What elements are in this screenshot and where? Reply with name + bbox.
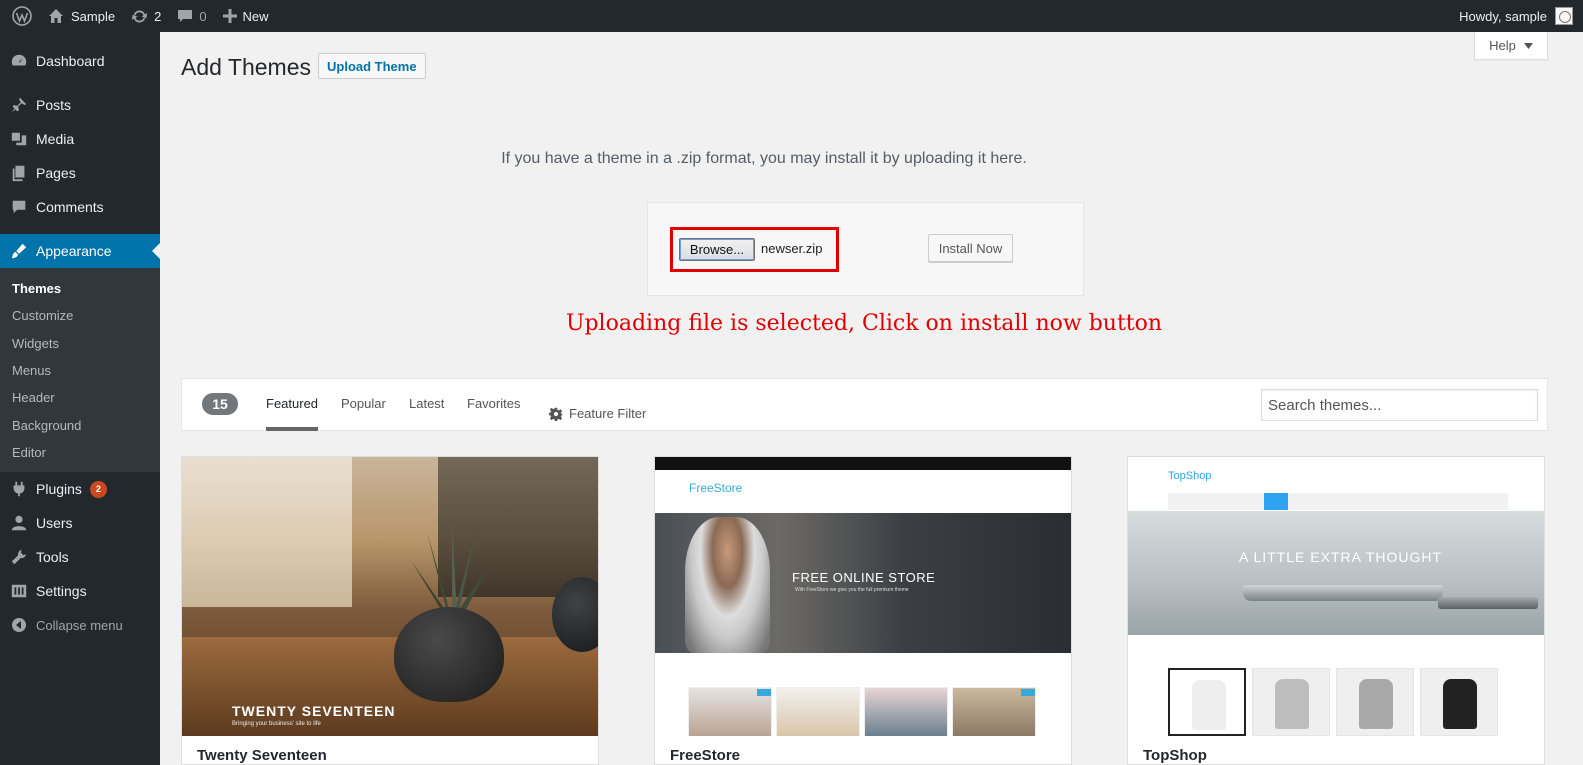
menu-comments[interactable]: Comments [0, 190, 160, 224]
collapse-label: Collapse menu [36, 617, 123, 633]
site-name-link[interactable]: Sample [40, 0, 123, 32]
submenu-customize[interactable]: Customize [0, 302, 160, 329]
theme-screenshot[interactable]: TopShop A LITTLE EXTRA THOUGHT [1128, 457, 1544, 736]
my-account[interactable]: Howdy, sample [1459, 0, 1573, 32]
comment-bubble-icon [178, 10, 193, 22]
menu-plugins[interactable]: Plugins 2 [0, 472, 160, 506]
menu-posts[interactable]: Posts [0, 88, 160, 122]
menu-label: Tools [36, 549, 69, 566]
theme-name: Twenty Seventeen [197, 747, 327, 764]
upload-instructions: If you have a theme in a .zip format, yo… [501, 150, 1027, 167]
submenu-header[interactable]: Header [0, 384, 160, 411]
page-title: Add Themes [181, 54, 311, 80]
menu-label: Appearance [36, 243, 112, 259]
menu-media[interactable]: Media [0, 122, 160, 156]
tab-favorites[interactable]: Favorites [467, 396, 520, 431]
menu-label: Posts [36, 97, 72, 113]
admin-sidebar: Dashboard Posts Media Pages Comments App… [0, 32, 160, 765]
menu-label: Dashboard [36, 53, 105, 69]
search-themes-input[interactable] [1261, 389, 1538, 421]
screenshot-title: TWENTY SEVENTEEN [232, 703, 396, 719]
gear-icon [549, 407, 563, 421]
selected-filename: newser.zip [761, 241, 823, 256]
feature-filter-label: Feature Filter [569, 406, 647, 421]
install-now-button[interactable]: Install Now [928, 234, 1013, 262]
admin-bar: Sample 2 0 New Howdy, sample [0, 0, 1583, 32]
menu-appearance[interactable]: Appearance [0, 234, 160, 268]
home-icon [49, 9, 63, 23]
submenu-editor[interactable]: Editor [0, 439, 160, 466]
plus-icon [222, 9, 237, 23]
menu-users[interactable]: Users [0, 506, 160, 540]
appearance-submenu: Themes Customize Widgets Menus Header Ba… [0, 268, 160, 473]
theme-screenshot[interactable]: FreeStore FREE ONLINE STORE With FreeSto… [655, 457, 1071, 736]
help-tab-button[interactable]: Help [1474, 32, 1548, 60]
wordpress-logo-icon[interactable] [4, 0, 40, 32]
annotation-text: Uploading file is selected, Click on ins… [565, 311, 1163, 336]
plant-image [412, 517, 495, 620]
menu-dashboard[interactable]: Dashboard [0, 44, 160, 78]
new-content-link[interactable]: New [215, 0, 277, 32]
avatar [1555, 7, 1573, 25]
collapse-menu-button[interactable]: Collapse menu [0, 608, 160, 642]
upload-theme-button[interactable]: Upload Theme [318, 53, 426, 79]
theme-name: TopShop [1143, 747, 1207, 764]
theme-name: FreeStore [670, 747, 741, 764]
media-icon [9, 129, 29, 149]
tools-icon [9, 547, 29, 567]
theme-card-freestore[interactable]: FreeStore FREE ONLINE STORE With FreeSto… [654, 456, 1072, 765]
updates-icon [131, 10, 148, 22]
menu-tools[interactable]: Tools [0, 540, 160, 574]
help-label: Help [1489, 38, 1516, 53]
new-label: New [242, 8, 269, 24]
pages-icon [9, 163, 29, 183]
theme-count: 15 [202, 393, 238, 415]
screenshot-title: A LITTLE EXTRA THOUGHT [1239, 549, 1443, 565]
comment-icon [9, 197, 29, 217]
plugins-update-badge: 2 [89, 480, 107, 498]
comments-count: 0 [199, 8, 207, 24]
updates-link[interactable]: 2 [123, 0, 169, 32]
menu-settings[interactable]: Settings [0, 574, 160, 608]
screenshot-logo: TopShop [1168, 470, 1212, 482]
updates-count: 2 [154, 8, 162, 24]
submenu-widgets[interactable]: Widgets [0, 330, 160, 357]
theme-card-twenty-seventeen[interactable]: TWENTY SEVENTEEN Bringing your business'… [181, 456, 599, 765]
menu-label: Settings [36, 583, 87, 600]
screenshot-subtitle: With FreeStore we give you the full prem… [795, 587, 909, 593]
dashboard-icon [9, 51, 29, 71]
menu-label: Pages [36, 165, 76, 181]
tab-featured[interactable]: Featured [266, 396, 319, 431]
pin-icon [9, 95, 29, 115]
menu-label: Comments [36, 199, 104, 215]
theme-screenshot[interactable]: TWENTY SEVENTEEN Bringing your business'… [182, 457, 598, 736]
browse-file-button[interactable]: Browse... [679, 238, 755, 261]
screenshot-title: FREE ONLINE STORE [792, 570, 936, 585]
theme-filter-bar: 15 Featured Popular Latest Favorites Fea… [181, 378, 1548, 431]
brush-icon [9, 241, 29, 261]
submenu-background[interactable]: Background [0, 411, 160, 438]
comments-link[interactable]: 0 [169, 0, 214, 32]
plugin-icon [9, 479, 29, 499]
submenu-themes[interactable]: Themes [0, 275, 160, 302]
settings-icon [9, 581, 29, 601]
tab-popular[interactable]: Popular [341, 396, 386, 431]
menu-label: Media [36, 131, 75, 147]
menu-label: Plugins [36, 481, 82, 498]
users-icon [9, 513, 29, 533]
howdy-text: Howdy, sample [1459, 8, 1547, 24]
screenshot-logo: FreeStore [689, 481, 743, 495]
feature-filter-button[interactable]: Feature Filter [549, 396, 646, 431]
screenshot-subtitle: Bringing your business' site to life [232, 721, 321, 727]
theme-card-topshop[interactable]: TopShop A LITTLE EXTRA THOUGHT TopShop [1127, 456, 1545, 765]
tab-latest[interactable]: Latest [409, 396, 444, 431]
menu-pages[interactable]: Pages [0, 156, 160, 190]
menu-label: Users [36, 515, 73, 532]
collapse-arrow-icon [9, 615, 29, 635]
site-name: Sample [71, 8, 116, 24]
submenu-menus[interactable]: Menus [0, 357, 160, 384]
caret-down-icon [1523, 42, 1533, 49]
